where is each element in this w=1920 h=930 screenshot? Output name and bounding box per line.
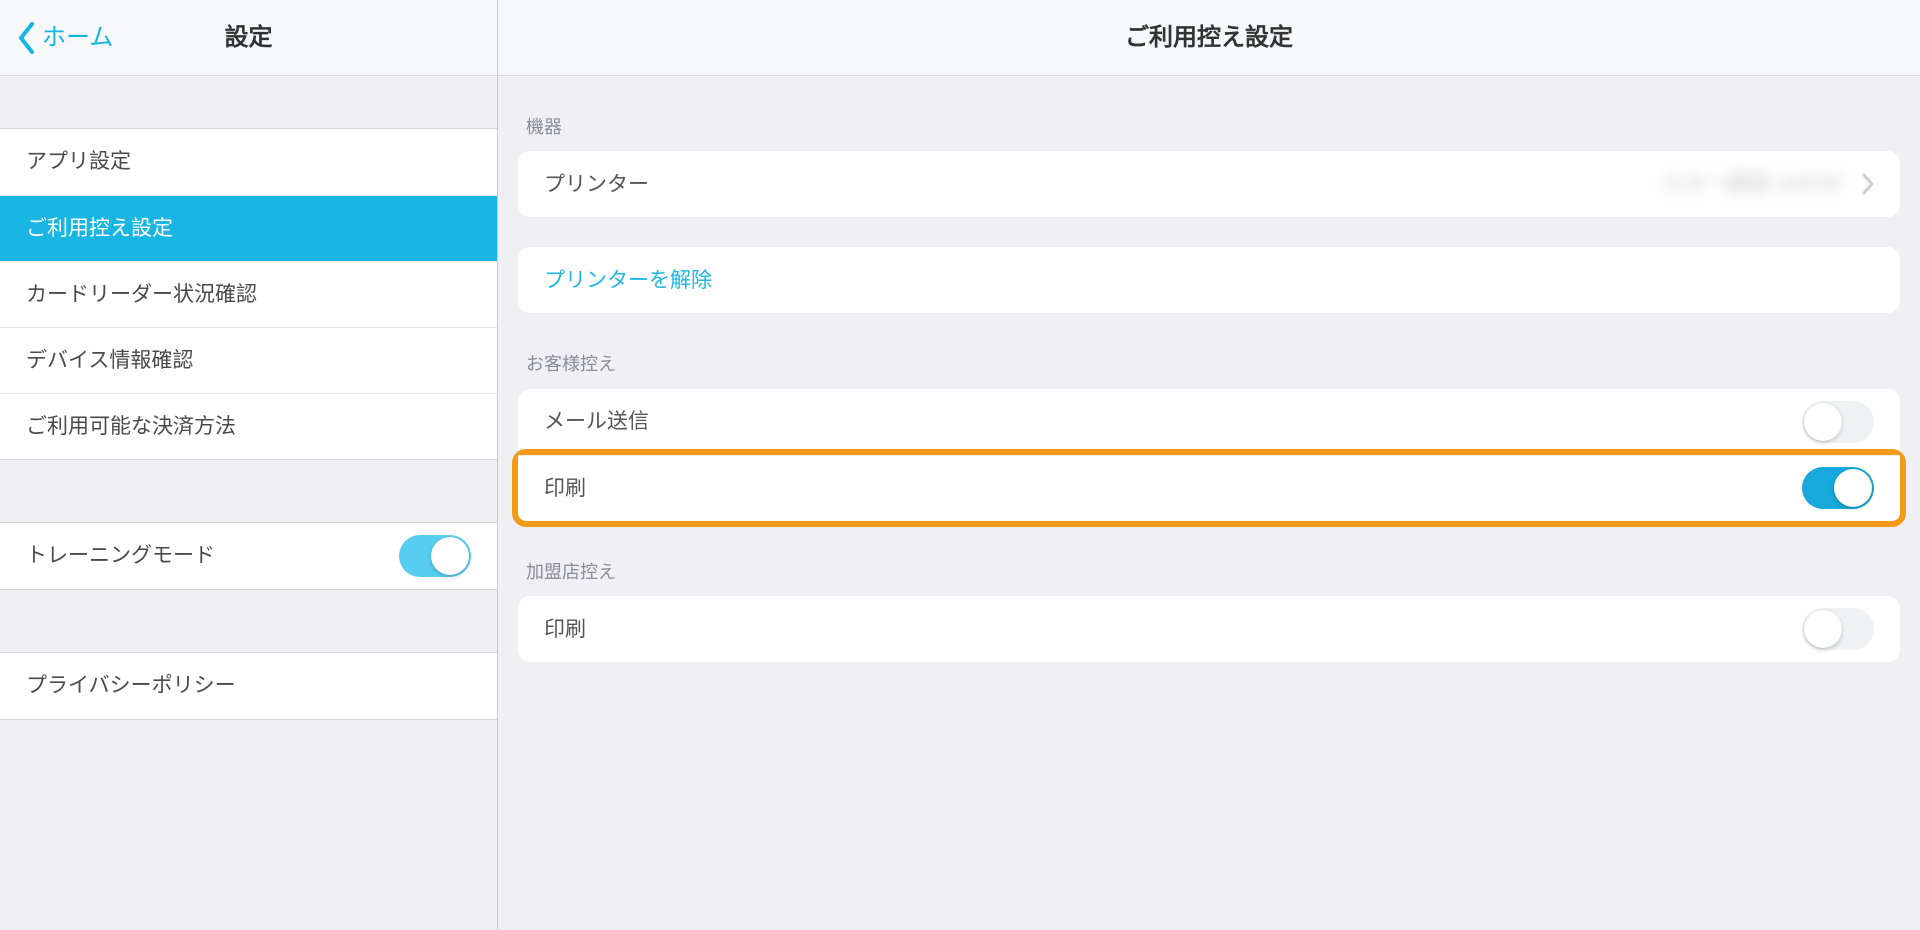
device-panel: プリンター スター精密 mPOP	[518, 151, 1900, 217]
chevron-left-icon	[18, 22, 36, 54]
sidebar-item-label: ご利用控え設定	[26, 215, 471, 242]
training-mode-group: トレーニングモード	[0, 522, 497, 590]
merchant-print-label: 印刷	[544, 616, 1802, 643]
customer-print-toggle[interactable]	[1802, 467, 1874, 509]
sidebar-item-label: カードリーダー状況確認	[26, 281, 471, 308]
chevron-right-icon	[1862, 173, 1874, 195]
training-mode-toggle[interactable]	[399, 535, 471, 577]
mail-send-toggle[interactable]	[1802, 401, 1874, 443]
back-label: ホーム	[42, 22, 113, 53]
release-printer-button[interactable]: プリンターを解除	[518, 247, 1900, 313]
sidebar-item-card-reader-status[interactable]: カードリーダー状況確認	[0, 261, 497, 327]
toggle-knob	[1834, 469, 1872, 507]
section-label-merchant: 加盟店控え	[518, 521, 1900, 596]
mail-send-row: メール送信	[518, 389, 1900, 455]
toggle-knob	[1804, 403, 1842, 441]
sidebar-item-receipt-settings[interactable]: ご利用控え設定	[0, 195, 497, 261]
training-mode-label: トレーニングモード	[26, 542, 399, 569]
customer-print-label: 印刷	[544, 475, 1802, 502]
sidebar-item-device-info[interactable]: デバイス情報確認	[0, 327, 497, 393]
sidebar-item-privacy[interactable]: プライバシーポリシー	[0, 653, 497, 719]
training-mode-row: トレーニングモード	[0, 523, 497, 589]
sidebar-item-label: ご利用可能な決済方法	[26, 413, 471, 440]
page-title: ご利用控え設定	[1125, 22, 1293, 53]
mail-send-label: メール送信	[544, 408, 1802, 435]
content-header: ご利用控え設定	[498, 0, 1920, 76]
customer-print-row: 印刷	[518, 455, 1900, 521]
toggle-knob	[431, 537, 469, 575]
release-printer-label: プリンターを解除	[544, 267, 1874, 294]
printer-label: プリンター	[544, 171, 1661, 198]
merchant-print-toggle[interactable]	[1802, 608, 1874, 650]
highlight-annotation: 印刷	[512, 449, 1906, 527]
sidebar-item-payment-methods[interactable]: ご利用可能な決済方法	[0, 393, 497, 459]
sidebar-title: 設定	[225, 22, 273, 53]
customer-panel: メール送信 印刷	[518, 389, 1900, 527]
settings-nav-list: アプリ設定 ご利用控え設定 カードリーダー状況確認 デバイス情報確認 ご利用可能…	[0, 128, 497, 460]
merchant-panel: 印刷	[518, 596, 1900, 662]
release-printer-panel: プリンターを解除	[518, 247, 1900, 313]
sidebar-item-label: アプリ設定	[26, 148, 471, 175]
content-pane: ご利用控え設定 機器 プリンター スター精密 mPOP プリンターを解除	[498, 0, 1920, 930]
section-label-customer: お客様控え	[518, 313, 1900, 388]
sidebar-item-label: デバイス情報確認	[26, 347, 471, 374]
sidebar-item-label: プライバシーポリシー	[26, 672, 471, 699]
toggle-knob	[1804, 610, 1842, 648]
sidebar-header: ホーム 設定	[0, 0, 497, 76]
settings-sidebar: ホーム 設定 アプリ設定 ご利用控え設定 カードリーダー状況確認 デバイス情報確…	[0, 0, 498, 930]
privacy-group: プライバシーポリシー	[0, 652, 497, 720]
merchant-print-row: 印刷	[518, 596, 1900, 662]
sidebar-item-app-settings[interactable]: アプリ設定	[0, 129, 497, 195]
printer-row[interactable]: プリンター スター精密 mPOP	[518, 151, 1900, 217]
printer-value: スター精密 mPOP	[1661, 171, 1844, 198]
back-button[interactable]: ホーム	[18, 0, 113, 75]
section-label-device: 機器	[518, 76, 1900, 151]
